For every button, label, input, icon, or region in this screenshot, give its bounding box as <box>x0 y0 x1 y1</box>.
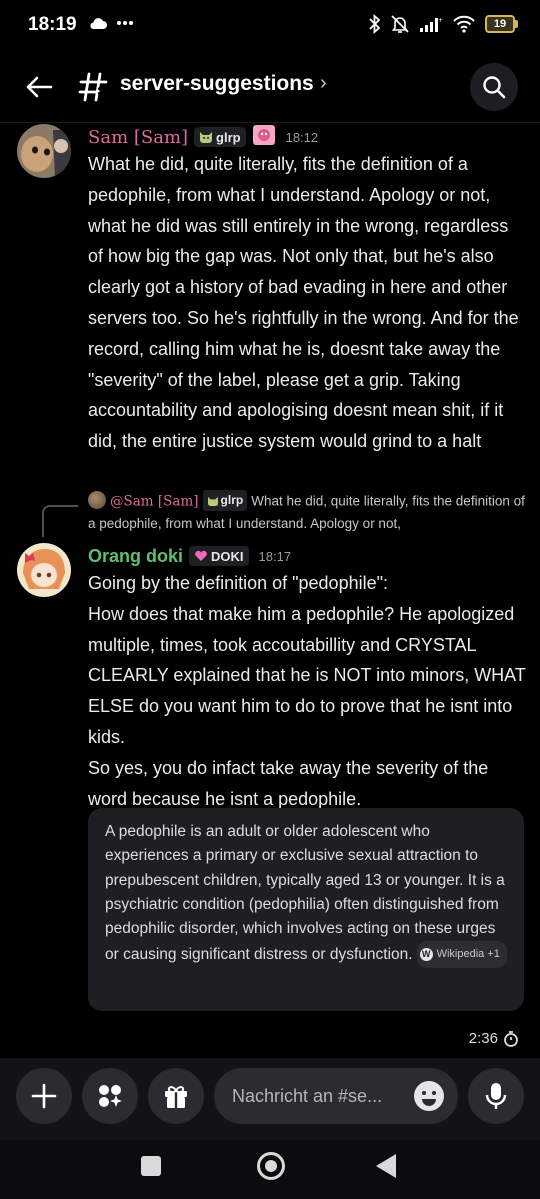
server-tag-label: DOKI <box>211 548 244 564</box>
ai-answer-card[interactable]: A pedophile is an adult or older adolesc… <box>88 808 524 1011</box>
channel-hash-icon <box>76 68 110 106</box>
reply-connector <box>42 505 78 537</box>
message-input-placeholder: Nachricht an #se... <box>232 1085 383 1106</box>
wifi-icon <box>453 15 475 33</box>
arrow-left-icon <box>26 76 53 98</box>
search-icon <box>483 76 506 99</box>
battery-icon: 19 <box>485 15 518 33</box>
home-button[interactable] <box>257 1152 285 1180</box>
cloud-icon <box>90 18 107 29</box>
channel-name[interactable]: server-suggestions <box>120 72 314 96</box>
heart-icon <box>195 550 207 561</box>
bluetooth-icon <box>369 14 381 34</box>
gift-button[interactable] <box>148 1068 204 1124</box>
channel-header: server-suggestions › <box>0 56 540 118</box>
emoji-button[interactable] <box>412 1079 446 1113</box>
author-name[interactable]: Orang doki <box>88 546 183 567</box>
status-time: 18:19 <box>28 14 77 35</box>
cat-icon <box>200 132 213 143</box>
message-input[interactable]: Nachricht an #se... <box>214 1068 458 1124</box>
reply-author: @Sam [Sam] <box>110 493 199 510</box>
source-chip[interactable]: W Wikipedia +1 <box>416 941 507 968</box>
system-back-button[interactable] <box>376 1154 396 1178</box>
back-button[interactable] <box>20 68 58 106</box>
gift-icon <box>165 1086 187 1108</box>
svg-text:+: + <box>438 17 443 24</box>
message-header: Orang doki DOKI 18:17 <box>88 543 291 569</box>
message-content: Going by the definition of "pedophile": … <box>88 573 526 809</box>
server-tag-label: glrp <box>216 129 241 145</box>
reply-avatar <box>88 490 106 509</box>
add-button[interactable] <box>16 1068 72 1124</box>
embed-text: A pedophile is an adult or older adolesc… <box>105 820 508 968</box>
source-label: Wikipedia +1 <box>436 948 500 961</box>
role-icon <box>252 124 276 151</box>
message-composer: Nachricht an #se... <box>0 1058 540 1140</box>
more-dots-icon <box>117 21 133 25</box>
system-nav-bar <box>0 1140 540 1199</box>
recents-button[interactable] <box>141 1156 161 1176</box>
wikipedia-icon: W <box>419 948 433 962</box>
microphone-icon <box>485 1083 507 1109</box>
author-name[interactable]: Sam [Sam] <box>88 127 188 148</box>
avatar[interactable] <box>17 543 71 597</box>
message-header: Sam [Sam] glrp 18:12 <box>88 124 318 150</box>
reply-server-tag-label: glrp <box>220 493 244 507</box>
search-button[interactable] <box>470 63 518 111</box>
timer-value: 2:36 <box>468 1030 498 1047</box>
bell-muted-icon <box>391 15 409 33</box>
timestamp: 18:17 <box>258 548 292 564</box>
timer: 2:36 <box>469 1030 518 1047</box>
server-tag[interactable]: glrp <box>194 127 246 147</box>
timestamp: 18:12 <box>285 129 319 145</box>
message-content: What he did, quite literally, fits the d… <box>88 154 519 452</box>
status-bar: 18:19 + 19 <box>0 0 540 54</box>
apps-button[interactable] <box>82 1068 138 1124</box>
plus-icon <box>31 1083 57 1109</box>
reply-server-tag: glrp <box>202 490 248 511</box>
status-right-icons: + 19 <box>369 14 518 34</box>
stopwatch-icon <box>504 1030 518 1047</box>
avatar[interactable] <box>17 124 71 178</box>
emoji-icon <box>414 1081 444 1111</box>
reply-preview[interactable]: @Sam [Sam] glrp What he did, quite literal… <box>88 490 528 534</box>
status-left-icons <box>88 16 134 30</box>
apps-sparkle-icon <box>99 1085 122 1107</box>
server-tag[interactable]: DOKI <box>189 546 249 566</box>
voice-button[interactable] <box>468 1068 524 1124</box>
chevron-right-icon[interactable]: › <box>320 72 327 95</box>
signal-icon: + <box>420 17 443 32</box>
cat-icon <box>207 496 218 506</box>
battery-level: 19 <box>485 15 515 33</box>
